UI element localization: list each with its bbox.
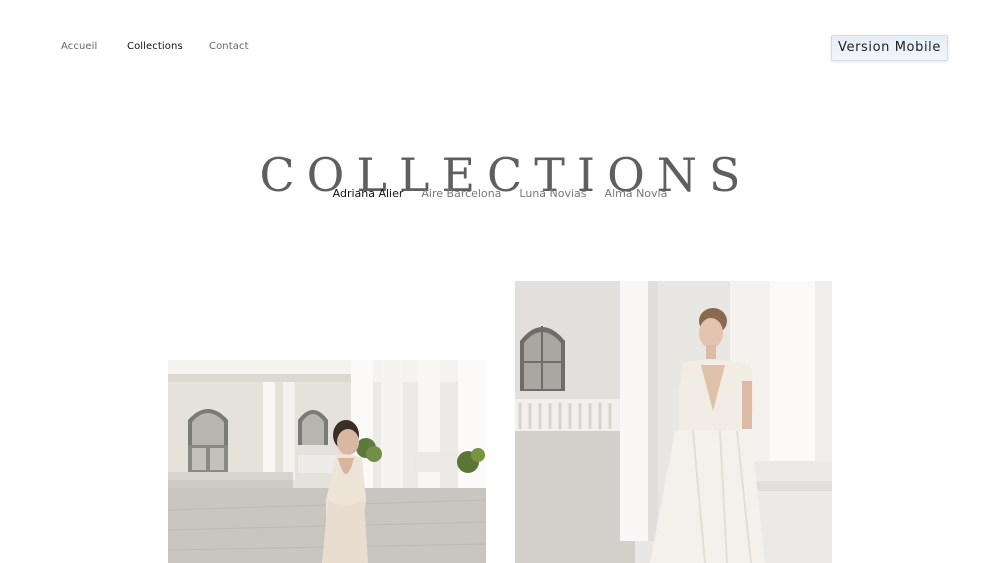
gallery-photo-back-view[interactable] [168, 360, 486, 563]
nav-link-collections[interactable]: Collections [127, 40, 183, 54]
bridal-photo-2-image [515, 281, 832, 563]
subnav-item-alma-novia[interactable]: Alma Novia [605, 186, 668, 202]
nav-link-contact[interactable]: Contact [209, 40, 249, 54]
nav-link-accueil[interactable]: Accueil [61, 40, 97, 54]
subnav-item-luna-novias[interactable]: Luna Novias [519, 186, 586, 202]
gallery-photo-front-view[interactable] [515, 281, 832, 563]
bridal-photo-1-image [168, 360, 486, 563]
version-mobile-button[interactable]: Version Mobile [831, 35, 948, 61]
top-navigation: Accueil Collections Contact Version Mobi… [0, 0, 1000, 95]
subnav-item-aire-barcelona[interactable]: Aire Barcelona [421, 186, 501, 202]
subnav-item-adriana-alier[interactable]: Adriana Alier [333, 186, 404, 202]
collection-subnav: Adriana Alier Aire Barcelona Luna Novias… [0, 186, 1000, 202]
